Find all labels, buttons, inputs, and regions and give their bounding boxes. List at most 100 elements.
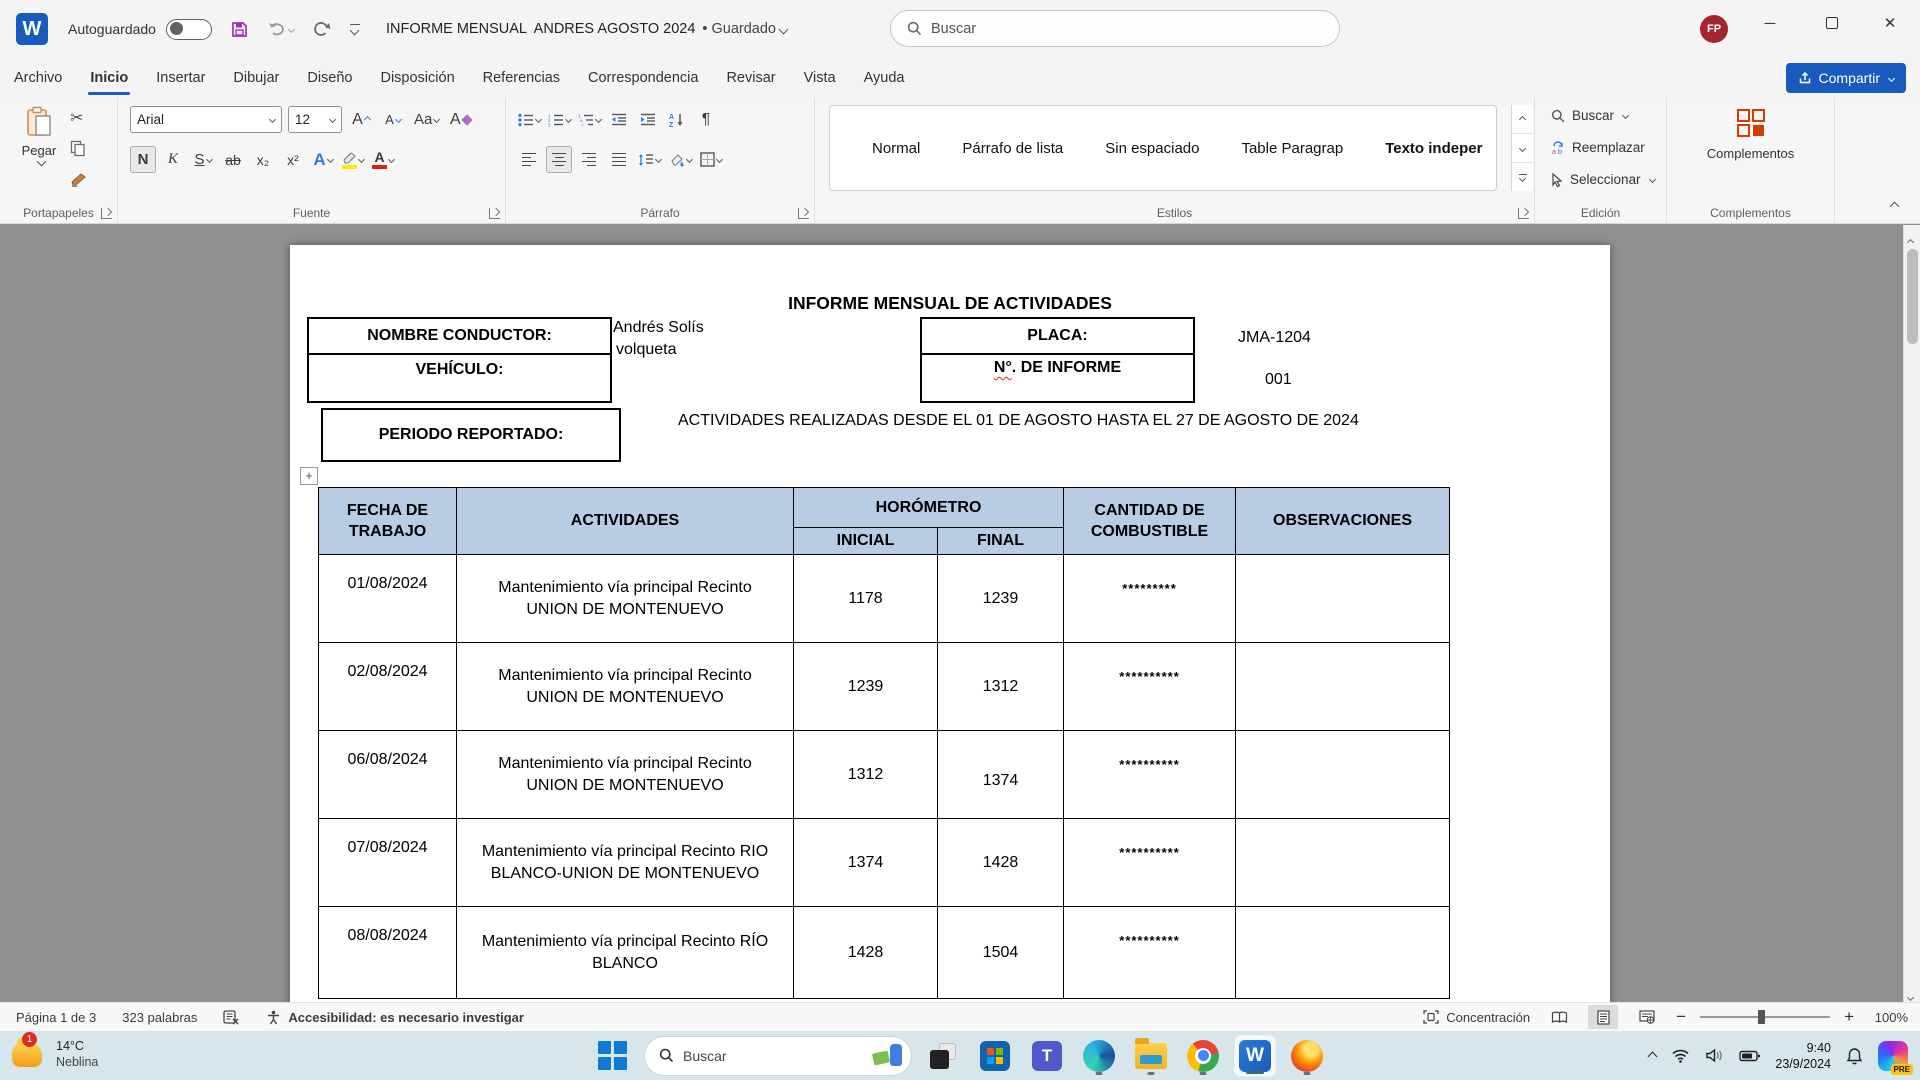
word-count[interactable]: 323 palabras (122, 1010, 197, 1025)
start-button[interactable] (592, 1035, 634, 1077)
underline-button[interactable]: S (190, 146, 216, 173)
cell-combustible[interactable]: ********** (1064, 643, 1236, 731)
style-normal[interactable]: Normal (872, 140, 920, 157)
sort-button[interactable]: AZ (664, 106, 690, 133)
italic-button[interactable]: K (160, 146, 186, 173)
cell-final[interactable]: 1428 (938, 819, 1064, 907)
scrollbar-thumb[interactable] (1907, 249, 1918, 344)
tab-archivo[interactable]: Archivo (0, 58, 76, 98)
proofing-icon[interactable] (223, 1010, 240, 1025)
tab-insertar[interactable]: Insertar (142, 58, 219, 98)
redo-icon[interactable] (312, 20, 332, 39)
cell-observaciones[interactable] (1236, 643, 1450, 731)
portapapeles-dialog-launcher[interactable] (101, 208, 112, 219)
font-name-select[interactable]: Arial (130, 106, 282, 133)
undo-icon[interactable] (267, 20, 287, 38)
parrafo-dialog-launcher[interactable] (798, 208, 809, 219)
borders-button[interactable] (698, 146, 724, 173)
tab-vista[interactable]: Vista (790, 58, 850, 98)
word-app-icon[interactable]: W (16, 13, 48, 45)
user-avatar[interactable]: FP (1700, 15, 1728, 43)
zoom-slider[interactable] (1700, 1016, 1830, 1018)
zoom-in-button[interactable]: + (1844, 1007, 1854, 1027)
show-paragraph-marks-button[interactable]: ¶ (693, 106, 719, 133)
taskbar-search[interactable]: Buscar (644, 1036, 912, 1076)
estilos-dialog-launcher[interactable] (1518, 208, 1529, 219)
cell-actividad[interactable]: Mantenimiento vía principal Recinto UNIO… (457, 731, 794, 819)
cell-final[interactable]: 1374 (938, 731, 1064, 819)
grow-font-button[interactable]: A (348, 106, 374, 133)
cell-fecha[interactable]: 08/08/2024 (319, 907, 457, 999)
cell-observaciones[interactable] (1236, 731, 1450, 819)
document-title[interactable]: INFORME MENSUAL ANDRES AGOSTO 2024 • Gua… (386, 21, 787, 37)
justify-button[interactable] (606, 146, 632, 173)
cell-fecha[interactable]: 01/08/2024 (319, 555, 457, 643)
tray-show-hidden-button[interactable] (1649, 1047, 1656, 1065)
clear-formatting-button[interactable]: A (447, 106, 473, 133)
style-texto-independiente[interactable]: Texto indeper (1385, 140, 1482, 157)
styles-scroll-up[interactable] (1512, 105, 1533, 134)
cell-observaciones[interactable] (1236, 907, 1450, 999)
page-indicator[interactable]: Página 1 de 3 (16, 1010, 96, 1025)
align-right-button[interactable] (576, 146, 602, 173)
edge-button[interactable] (1078, 1035, 1120, 1077)
read-mode-button[interactable] (1544, 1005, 1574, 1029)
teams-button[interactable]: T (1026, 1035, 1068, 1077)
cell-actividad[interactable]: Mantenimiento vía principal Recinto RIO … (457, 819, 794, 907)
change-case-button[interactable]: Aa (412, 106, 441, 133)
close-button[interactable]: ✕ (1864, 0, 1916, 46)
tab-inicio[interactable]: Inicio (76, 58, 142, 98)
tab-revisar[interactable]: Revisar (712, 58, 789, 98)
clock-widget[interactable]: 9:40 23/9/2024 (1775, 1040, 1831, 1072)
cell-observaciones[interactable] (1236, 555, 1450, 643)
minimize-button[interactable]: ─ (1744, 0, 1796, 46)
task-view-button[interactable] (922, 1035, 964, 1077)
cell-final[interactable]: 1239 (938, 555, 1064, 643)
print-layout-button[interactable] (1588, 1005, 1618, 1029)
fuente-dialog-launcher[interactable] (489, 208, 500, 219)
cell-final[interactable]: 1504 (938, 907, 1064, 999)
search-input[interactable]: Buscar (890, 10, 1340, 47)
cell-combustible[interactable]: ********* (1064, 555, 1236, 643)
copy-button[interactable] (70, 140, 86, 157)
line-spacing-button[interactable] (636, 146, 663, 173)
style-parrafo-de-lista[interactable]: Párrafo de lista (962, 140, 1063, 157)
tab-dibujar[interactable]: Dibujar (219, 58, 293, 98)
zoom-level[interactable]: 100% (1868, 1010, 1908, 1025)
cell-inicial[interactable]: 1239 (794, 643, 938, 731)
cell-actividad[interactable]: Mantenimiento vía principal Recinto UNIO… (457, 643, 794, 731)
maximize-button[interactable] (1806, 0, 1858, 46)
find-button[interactable]: Buscar (1551, 108, 1628, 123)
weather-widget[interactable]: 1 14°C Neblina (10, 1035, 98, 1073)
collapse-ribbon-button[interactable] (1887, 197, 1898, 215)
share-button[interactable]: Compartir (1786, 63, 1906, 93)
style-table-paragraph[interactable]: Table Paragrap (1241, 140, 1343, 157)
cell-actividad[interactable]: Mantenimiento vía principal Recinto UNIO… (457, 555, 794, 643)
text-effects-button[interactable]: A (310, 146, 336, 173)
cell-inicial[interactable]: 1178 (794, 555, 938, 643)
styles-scroll-down[interactable] (1512, 134, 1533, 163)
cell-fecha[interactable]: 06/08/2024 (319, 731, 457, 819)
font-color-button[interactable]: A (370, 146, 396, 173)
align-center-button[interactable] (546, 146, 572, 173)
cell-inicial[interactable]: 1312 (794, 731, 938, 819)
tab-referencias[interactable]: Referencias (469, 58, 574, 98)
firefox-button[interactable] (1286, 1035, 1328, 1077)
cell-inicial[interactable]: 1428 (794, 907, 938, 999)
file-explorer-button[interactable] (1130, 1035, 1172, 1077)
decrease-indent-button[interactable] (606, 106, 632, 133)
chrome-button[interactable] (1182, 1035, 1224, 1077)
cell-combustible[interactable]: ********** (1064, 731, 1236, 819)
cell-actividad[interactable]: Mantenimiento vía principal Recinto RÍO … (457, 907, 794, 999)
cell-observaciones[interactable] (1236, 819, 1450, 907)
zoom-out-button[interactable]: − (1676, 1007, 1686, 1027)
save-icon[interactable] (230, 20, 249, 39)
multilevel-list-button[interactable]: 1ai (576, 106, 603, 133)
web-layout-button[interactable] (1632, 1005, 1662, 1029)
cell-inicial[interactable]: 1374 (794, 819, 938, 907)
numbering-button[interactable]: 123 (546, 106, 573, 133)
autosave-toggle[interactable] (166, 19, 212, 40)
word-taskbar-button[interactable]: W (1234, 1035, 1276, 1077)
battery-icon[interactable] (1739, 1050, 1760, 1062)
customize-toolbar-icon[interactable] (350, 24, 360, 34)
